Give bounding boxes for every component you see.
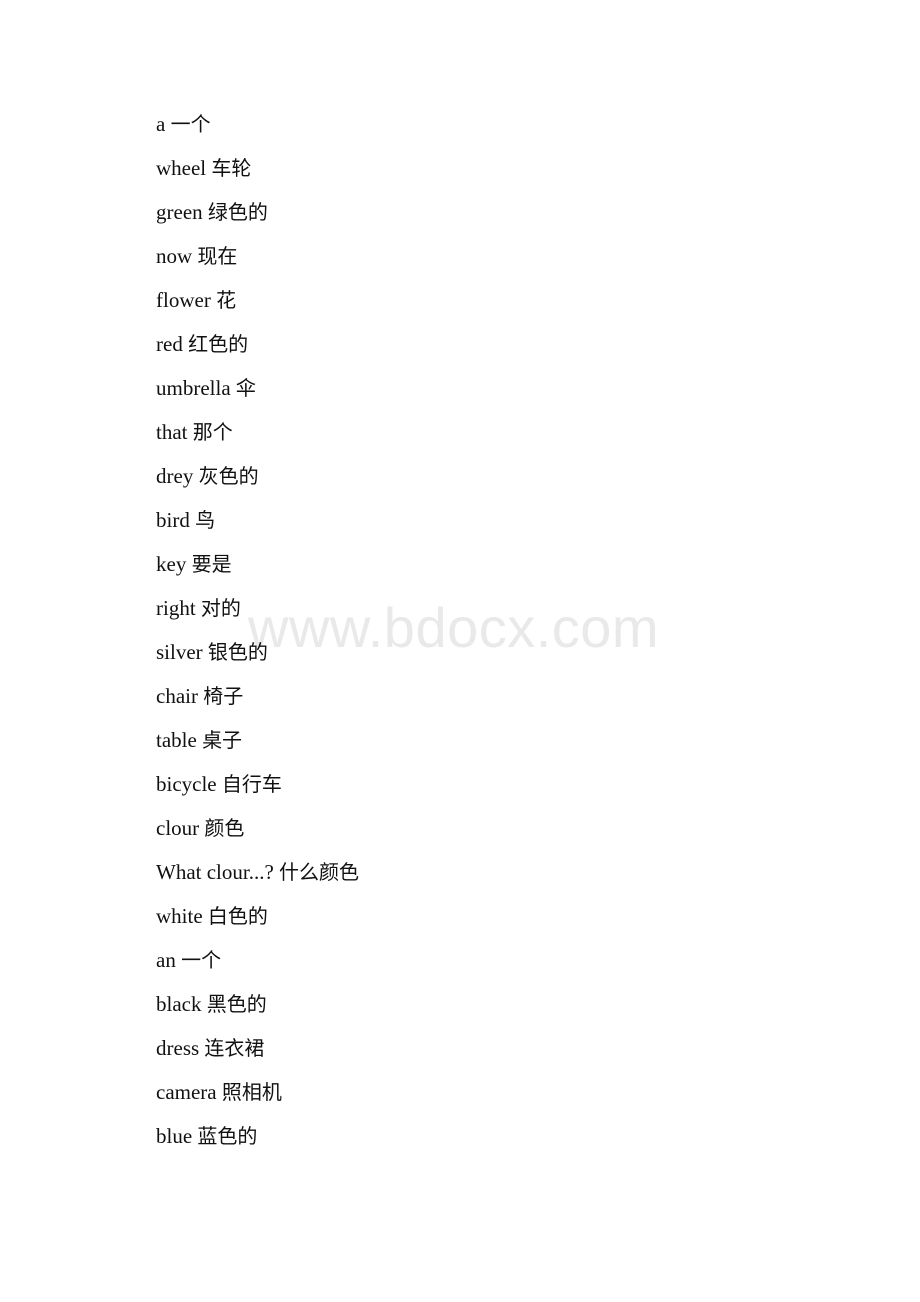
vocabulary-term-chinese: 椅子: [203, 684, 244, 708]
vocabulary-term-chinese: 灰色的: [198, 464, 259, 488]
vocabulary-entry: clour 颜色: [156, 806, 856, 850]
vocabulary-term-english: black: [156, 992, 202, 1016]
vocabulary-term-chinese: 鸟: [195, 508, 216, 532]
vocabulary-term-chinese: 现在: [197, 244, 238, 268]
vocabulary-entry: green 绿色的: [156, 190, 856, 234]
vocabulary-entry: bicycle 自行车: [156, 762, 856, 806]
vocabulary-term-chinese: 一个: [181, 948, 222, 972]
vocabulary-term-chinese: 桌子: [202, 728, 243, 752]
vocabulary-entry: white 白色的: [156, 894, 856, 938]
vocabulary-entry: key 要是: [156, 542, 856, 586]
vocabulary-term-english: an: [156, 948, 176, 972]
vocabulary-term-chinese: 白色的: [207, 904, 268, 928]
vocabulary-entry: wheel 车轮: [156, 146, 856, 190]
vocabulary-entry: black 黑色的: [156, 982, 856, 1026]
vocabulary-entry: red 红色的: [156, 322, 856, 366]
vocabulary-term-chinese: 红色的: [188, 332, 249, 356]
vocabulary-term-chinese: 什么颜色: [279, 860, 360, 884]
vocabulary-term-chinese: 银色的: [207, 640, 268, 664]
vocabulary-entry: drey 灰色的: [156, 454, 856, 498]
vocabulary-term-chinese: 车轮: [211, 156, 252, 180]
vocabulary-entry: now 现在: [156, 234, 856, 278]
vocabulary-term-english: red: [156, 332, 183, 356]
vocabulary-term-english: bicycle: [156, 772, 217, 796]
vocabulary-entry: that 那个: [156, 410, 856, 454]
vocabulary-term-chinese: 连衣裙: [204, 1036, 265, 1060]
vocabulary-entry: a 一个: [156, 102, 856, 146]
vocabulary-term-english: table: [156, 728, 197, 752]
vocabulary-term-chinese: 一个: [170, 112, 211, 136]
vocabulary-list: a 一个 wheel 车轮 green 绿色的 now 现在 flower 花 red 红…: [156, 102, 856, 1158]
vocabulary-term-english: drey: [156, 464, 194, 488]
vocabulary-term-english: bird: [156, 508, 190, 532]
vocabulary-term-english: flower: [156, 288, 211, 312]
document-page: www.bdocx.com a 一个 wheel 车轮 green 绿色的 now 现…: [0, 0, 920, 1302]
vocabulary-term-english: camera: [156, 1080, 217, 1104]
vocabulary-entry: an 一个: [156, 938, 856, 982]
vocabulary-term-english: wheel: [156, 156, 207, 180]
vocabulary-entry: What clour...? 什么颜色: [156, 850, 856, 894]
vocabulary-term-chinese: 照相机: [221, 1080, 282, 1104]
vocabulary-entry: camera 照相机: [156, 1070, 856, 1114]
vocabulary-entry: table 桌子: [156, 718, 856, 762]
vocabulary-term-english: now: [156, 244, 193, 268]
vocabulary-term-chinese: 黑色的: [206, 992, 267, 1016]
vocabulary-entry: blue 蓝色的: [156, 1114, 856, 1158]
vocabulary-entry: silver 银色的: [156, 630, 856, 674]
vocabulary-term-english: white: [156, 904, 203, 928]
vocabulary-entry: chair 椅子: [156, 674, 856, 718]
vocabulary-entry: dress 连衣裙: [156, 1026, 856, 1070]
vocabulary-term-english: that: [156, 420, 188, 444]
vocabulary-term-chinese: 那个: [192, 420, 233, 444]
vocabulary-term-chinese: 伞: [235, 376, 256, 400]
vocabulary-term-english: silver: [156, 640, 203, 664]
vocabulary-term-chinese: 花: [216, 288, 237, 312]
vocabulary-term-english: right: [156, 596, 196, 620]
vocabulary-term-english: a: [156, 112, 166, 136]
vocabulary-term-english: blue: [156, 1124, 193, 1148]
vocabulary-term-english: umbrella: [156, 376, 231, 400]
vocabulary-term-english: dress: [156, 1036, 200, 1060]
vocabulary-term-chinese: 要是: [191, 552, 232, 576]
vocabulary-term-chinese: 绿色的: [207, 200, 268, 224]
vocabulary-entry: umbrella 伞: [156, 366, 856, 410]
vocabulary-term-english: clour: [156, 816, 200, 840]
vocabulary-entry: flower 花: [156, 278, 856, 322]
vocabulary-term-english: green: [156, 200, 203, 224]
vocabulary-term-chinese: 颜色: [204, 816, 245, 840]
vocabulary-term-chinese: 蓝色的: [197, 1124, 258, 1148]
vocabulary-term-english: What clour...?: [156, 860, 274, 884]
vocabulary-term-english: chair: [156, 684, 198, 708]
vocabulary-term-chinese: 对的: [200, 596, 241, 620]
vocabulary-entry: bird 鸟: [156, 498, 856, 542]
vocabulary-term-english: key: [156, 552, 187, 576]
vocabulary-entry: right 对的: [156, 586, 856, 630]
vocabulary-term-chinese: 自行车: [221, 772, 282, 796]
